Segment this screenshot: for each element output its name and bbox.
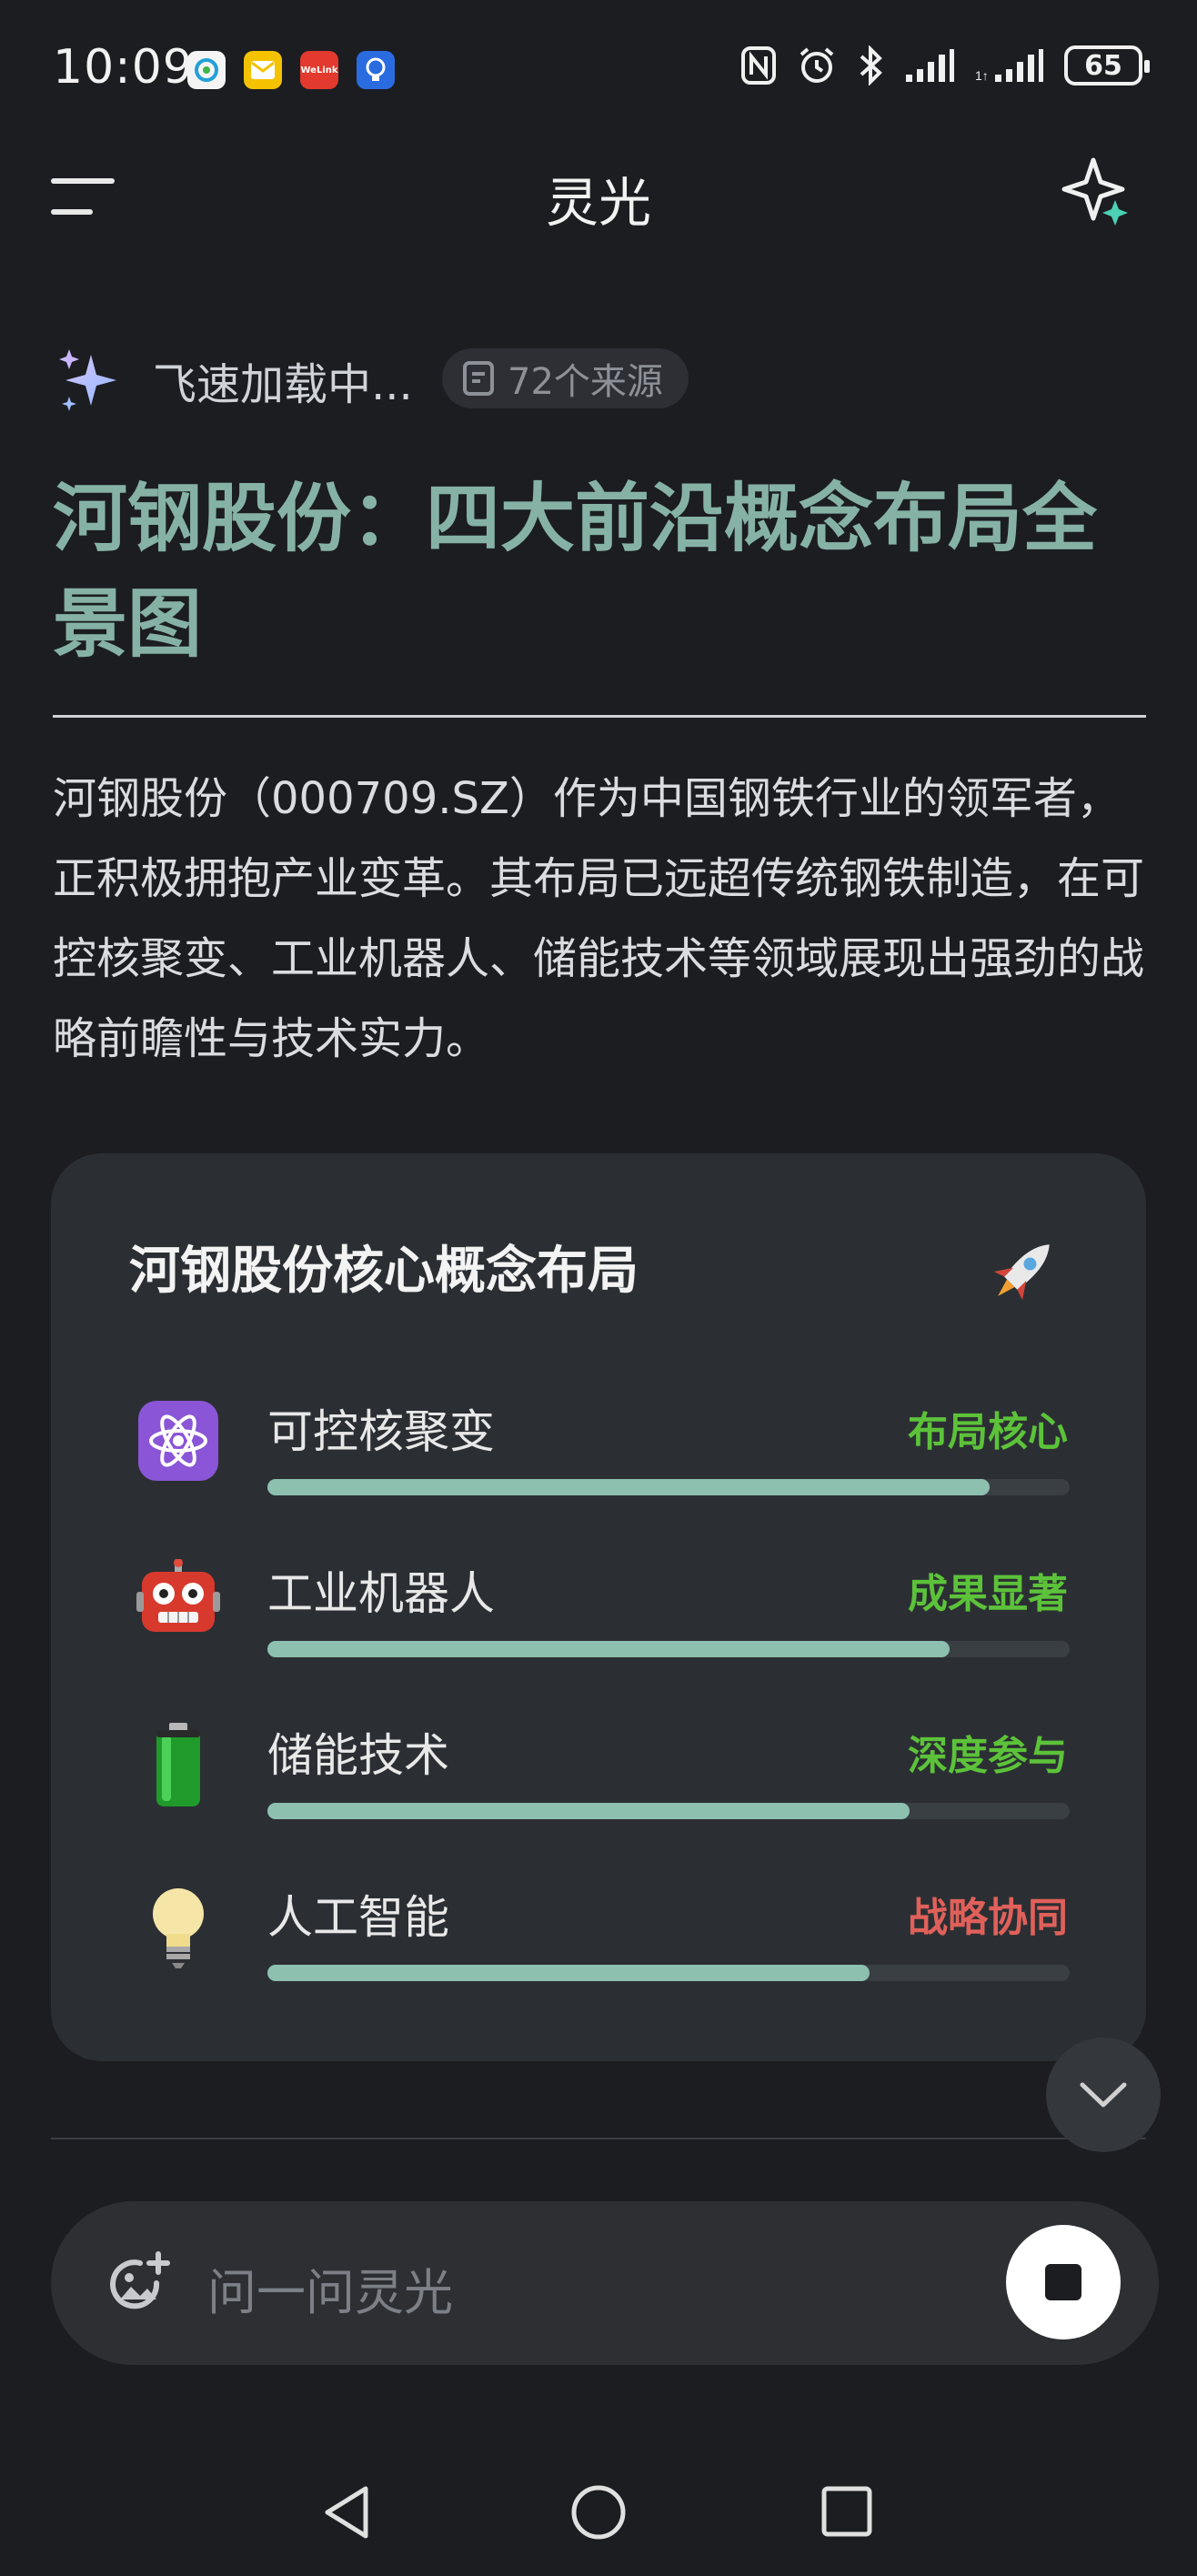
stop-icon [1045, 2264, 1081, 2300]
concept-progress-fill [267, 1479, 990, 1495]
concept-progress-fill [267, 1641, 950, 1657]
concept-progress-track [267, 1965, 1070, 1981]
concept-label: 可控核聚变 [267, 1405, 495, 1458]
sparkle-icon[interactable] [1061, 155, 1137, 235]
alarm-icon [800, 47, 834, 83]
concept-status: 战略协同 [908, 1895, 1068, 1941]
robot-icon [135, 1559, 222, 1646]
concept-progress-fill [267, 1965, 870, 1981]
concept-progress-track [267, 1479, 1070, 1495]
title-divider [53, 715, 1146, 718]
concept-status: 布局核心 [908, 1409, 1068, 1455]
mail-icon [244, 51, 282, 89]
concept-progress-track [267, 1641, 1070, 1657]
concept-label: 人工智能 [267, 1891, 449, 1944]
chat-input[interactable]: 问一问灵光 [207, 2252, 453, 2324]
loading-text: 飞速加载中... [153, 359, 413, 410]
sources-chip[interactable]: 72个来源 [442, 348, 689, 408]
battery-icon [135, 1721, 222, 1808]
bulb-app-icon [357, 51, 395, 89]
card-title: 河钢股份核心概念布局 [129, 1242, 639, 1301]
intro-paragraph: 河钢股份（000709.SZ）作为中国钢铁行业的领军者，正积极拥抱产业变革。其布… [53, 773, 1145, 1064]
welink-icon: WeLink [300, 51, 338, 89]
rocket-icon [979, 1228, 1066, 1319]
nav-back-button[interactable] [320, 2483, 375, 2545]
signal-2-icon: 1↑ [975, 49, 1043, 83]
status-time: 10:09 [53, 40, 194, 95]
china-mobile-icon [187, 51, 226, 89]
nav-home-button[interactable] [569, 2483, 628, 2545]
signal-icon [906, 49, 954, 82]
recents-square-icon [821, 2486, 872, 2537]
concept-label: 工业机器人 [267, 1567, 495, 1620]
stop-button[interactable] [1006, 2225, 1121, 2340]
content-divider [51, 2138, 1146, 2139]
atom-icon [135, 1397, 222, 1484]
scroll-down-button[interactable] [1046, 2038, 1161, 2152]
nav-recents-button[interactable] [819, 2483, 875, 2543]
document-icon [463, 361, 494, 396]
home-circle-icon [571, 2485, 626, 2540]
bluetooth-icon [860, 45, 882, 86]
chevron-down-icon [1080, 2082, 1127, 2108]
back-triangle-icon [325, 2486, 368, 2539]
page-title: 河钢股份：四大前沿概念布局全景图 [53, 475, 1098, 668]
app-title: 灵光 [545, 172, 651, 234]
nfc-icon [741, 46, 776, 85]
sparkles-loading-icon [55, 344, 127, 420]
lightbulb-icon [135, 1883, 222, 1970]
svg-text:1↑: 1↑ [975, 68, 989, 83]
system-status-icons: 1↑ 65 [740, 45, 1150, 86]
add-image-icon[interactable] [104, 2250, 175, 2325]
battery-indicator: 65 [1064, 45, 1150, 86]
sources-count: 72个来源 [508, 361, 663, 403]
concept-label: 储能技术 [267, 1729, 449, 1782]
concept-progress-track [267, 1803, 1070, 1819]
concept-status: 成果显著 [908, 1571, 1068, 1617]
concept-progress-fill [267, 1803, 910, 1819]
concept-status: 深度参与 [908, 1733, 1068, 1779]
